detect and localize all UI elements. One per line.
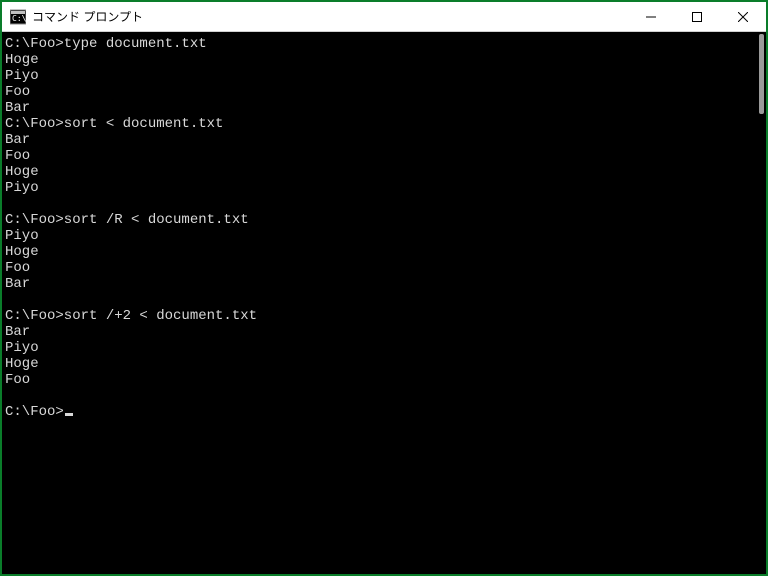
svg-text:C:\: C:\ (12, 14, 26, 23)
titlebar[interactable]: C:\ コマンド プロンプト (2, 2, 766, 32)
window-title: コマンド プロンプト (32, 8, 628, 25)
cursor (65, 413, 73, 416)
terminal-area[interactable]: C:\Foo>type document.txt Hoge Piyo Foo B… (2, 32, 766, 574)
minimize-button[interactable] (628, 2, 674, 31)
maximize-button[interactable] (674, 2, 720, 31)
terminal-content: C:\Foo>type document.txt Hoge Piyo Foo B… (5, 36, 748, 574)
window-controls (628, 2, 766, 31)
app-icon: C:\ (10, 9, 26, 25)
close-button[interactable] (720, 2, 766, 31)
scrollbar-thumb[interactable] (759, 34, 764, 114)
scrollbar-track[interactable] (750, 32, 766, 574)
command-prompt-window: C:\ コマンド プロンプト C:\Foo>type document.txt … (0, 0, 768, 576)
